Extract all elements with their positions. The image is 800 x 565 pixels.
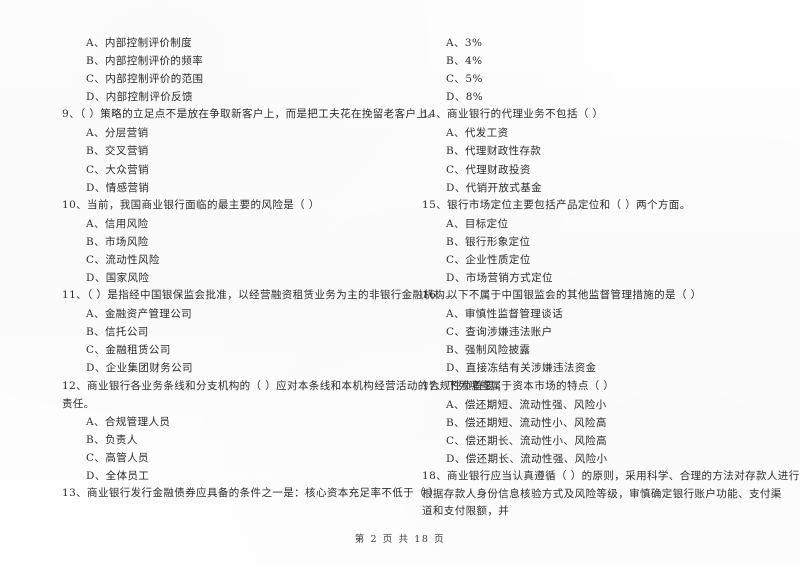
- option-item: A、分层营销: [86, 127, 149, 140]
- option-item: B、信托公司: [86, 326, 149, 339]
- question-15: 15、银行市场定位主要包括产品定位和（ ）两个方面。 A、目标定位 B、银行形象…: [422, 197, 782, 287]
- two-column-body: A、内部控制评价制度 B、内部控制评价的频率 C、内部控制评价的范围 D、内部控…: [0, 34, 800, 520]
- option-item: A、代发工资: [446, 127, 509, 140]
- continued-question-options-right: A、3% B、4% C、5% D、8%: [422, 34, 782, 106]
- question-stem: 12、商业银行各业务条线和分支机构的（ ）应对本条线和本机构经营活动的合规性负首…: [62, 379, 495, 392]
- option-item: C、查询涉嫌违法账户: [446, 326, 553, 339]
- option-item: B、负责人: [86, 433, 138, 446]
- option-item: C、5%: [446, 73, 483, 86]
- option-item: C、代理财政投资: [446, 163, 531, 176]
- option-item: B、代理财政性存款: [446, 145, 542, 158]
- question-stem: 13、商业银行发行金融债券应具备的条件之一是：核心资本充足率不低于（ ）: [62, 486, 440, 499]
- option-item: A、合规管理人员: [86, 415, 171, 428]
- option-item: C、企业性质定位: [446, 253, 531, 266]
- option-item: C、金融租赁公司: [86, 344, 171, 357]
- question-stem: 9、（ ）策略的立足点不是放在争取新客户上，而是把工夫花在挽留老客户上。: [62, 108, 439, 121]
- right-column: A、3% B、4% C、5% D、8% 14、商业银行的代理业务不包括（ ） A…: [400, 34, 800, 520]
- question-17: 17、下列哪些属于资本市场的特点（ ） A、偿还期短、流动性强、风险小 B、偿还…: [422, 378, 782, 468]
- question-stem: 15、银行市场定位主要包括产品定位和（ ）两个方面。: [422, 198, 691, 211]
- option-item: D、内部控制评价反馈: [86, 91, 193, 104]
- question-11: 11、（ ）是指经中国银保监会批准，以经营融资租赁业务为主的非银行金融机构。 A…: [62, 287, 457, 377]
- option-item: B、强制风险披露: [446, 344, 531, 357]
- question-16: 16、以下不属于中国银监会的其他监督管理措施的是（ ） A、审慎性监督管理谈话 …: [422, 287, 782, 377]
- option-item: B、银行形象定位: [446, 235, 531, 248]
- question-10: 10、当前，我国商业银行面临的最主要的风险是（ ） A、信用风险 B、市场风险 …: [62, 197, 390, 287]
- option-item: D、市场营销方式定位: [446, 272, 553, 285]
- option-item: A、信用风险: [86, 217, 149, 230]
- option-item: B、市场风险: [86, 235, 149, 248]
- option-item: C、流动性风险: [86, 253, 160, 266]
- question-stem: 11、（ ）是指经中国银保监会批准，以经营融资租赁业务为主的非银行金融机构。: [62, 289, 457, 302]
- question-stem: 14、商业银行的代理业务不包括（ ）: [422, 108, 604, 121]
- option-item: D、直接冻结有关涉嫌违法资金: [446, 362, 597, 375]
- question-stem: 18、商业银行应当认真遵循（ ）的原则，采用科学、合理的方法对存款人进行风险评级…: [422, 469, 800, 482]
- question-14: 14、商业银行的代理业务不包括（ ） A、代发工资 B、代理财政性存款 C、代理…: [422, 106, 782, 196]
- option-item: D、代销开放式基金: [446, 181, 543, 194]
- option-item: D、国家风险: [86, 272, 150, 285]
- page-footer: 第 2 页 共 18 页: [354, 534, 446, 545]
- option-item: A、内部控制评价制度: [86, 37, 193, 49]
- option-item: A、目标定位: [446, 217, 509, 230]
- option-item: D、全体员工: [86, 469, 150, 482]
- option-item: D、8%: [446, 91, 484, 104]
- option-item: A、偿还期短、流动性强、风险小: [446, 398, 607, 411]
- question-stem-continuation: 根据存款人身份信息核验方式及风险等级，审慎确定银行账户功能、支付渠道和支付限额，…: [422, 487, 782, 517]
- option-item: D、企业集团财务公司: [86, 362, 193, 375]
- option-item: C、大众营销: [86, 163, 149, 176]
- question-13: 13、商业银行发行金融债券应具备的条件之一是：核心资本充足率不低于（ ）: [62, 485, 440, 502]
- question-stem-continuation: 责任。: [62, 397, 95, 410]
- option-item: C、高管人员: [86, 451, 149, 464]
- question-9: 9、（ ）策略的立足点不是放在争取新客户上，而是把工夫花在挽留老客户上。 A、分…: [62, 106, 439, 196]
- question-stem: 10、当前，我国商业银行面临的最主要的风险是（ ）: [62, 198, 320, 211]
- option-item: D、情感营销: [86, 181, 150, 194]
- left-column: A、内部控制评价制度 B、内部控制评价的频率 C、内部控制评价的范围 D、内部控…: [0, 34, 495, 520]
- question-18: 18、商业银行应当认真遵循（ ）的原则，采用科学、合理的方法对存款人进行风险评级…: [422, 468, 800, 520]
- option-item: A、金融资产管理公司: [86, 308, 193, 321]
- option-item: C、内部控制评价的范围: [86, 73, 204, 86]
- option-item: D、偿还期长、流动性强、风险小: [446, 452, 608, 465]
- continued-question-options-left: A、内部控制评价制度 B、内部控制评价的频率 C、内部控制评价的范围 D、内部控…: [62, 34, 390, 106]
- option-item: A、3%: [446, 37, 483, 49]
- option-item: B、内部控制评价的频率: [86, 55, 204, 68]
- question-12: 12、商业银行各业务条线和分支机构的（ ）应对本条线和本机构经营活动的合规性负首…: [62, 378, 495, 485]
- option-item: B、4%: [446, 55, 483, 68]
- option-item: A、审慎性监督管理谈话: [446, 308, 563, 321]
- option-item: B、偿还期短、流动性小、风险高: [446, 416, 607, 429]
- option-item: B、交叉营销: [86, 145, 149, 158]
- option-item: C、偿还期长、流动性小、风险高: [446, 434, 608, 447]
- exam-page: A、内部控制评价制度 B、内部控制评价的频率 C、内部控制评价的范围 D、内部控…: [0, 0, 800, 565]
- question-stem: 16、以下不属于中国银监会的其他监督管理措施的是（ ）: [422, 289, 702, 302]
- question-stem: 17、下列哪些属于资本市场的特点（ ）: [422, 379, 615, 392]
